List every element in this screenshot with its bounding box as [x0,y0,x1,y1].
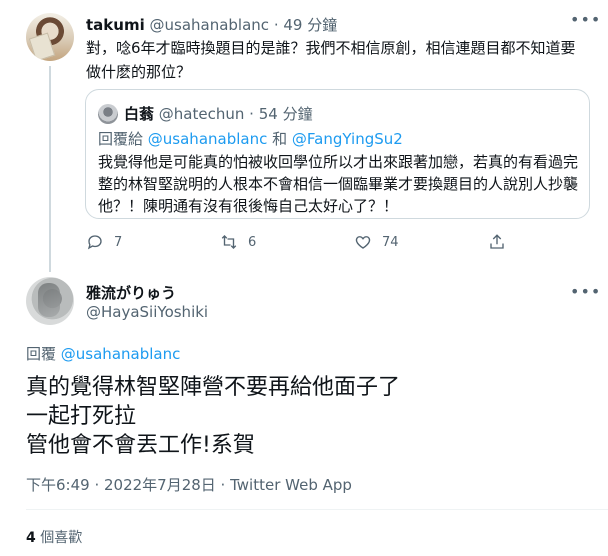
avatar[interactable] [26,277,74,325]
tweet-timestamp[interactable]: 下午6:49 · 2022年7月28日 · Twitter Web App [26,474,352,495]
divider [26,509,608,510]
avatar[interactable] [26,13,74,61]
reply-context: 回覆 @usahanablanc [26,343,180,364]
share-icon [490,234,504,249]
reply-prefix: 回覆 [26,345,57,363]
reply-button[interactable]: 7 [86,233,122,251]
retweet-count: 6 [248,234,257,250]
timestamp: 54 分鐘 [258,105,313,123]
retweet-icon [221,235,237,249]
tweet-header: takumi @usahanablanc · 49 分鐘 [86,14,337,35]
tweet-text-line: 真的覺得林智堅陣營不要再給他面子了 [26,375,401,400]
separator: · [249,105,254,123]
share-button[interactable] [488,233,516,251]
tweet-text-line: 一起打死拉 [26,404,137,429]
tweet-text: 對，唸6年才臨時換題目的是誰？我們不相信原創，相信連題目都不知道要做什麽的那位？ [86,39,576,81]
like-button[interactable]: 74 [354,233,399,251]
handle[interactable]: @usahanablanc [150,16,270,34]
quoted-tweet-header: 白蓊 @hatechun · 54 分鐘 [124,103,313,124]
likes-summary[interactable]: 4 個喜歡 [26,527,82,547]
reply-count: 7 [114,234,123,250]
separator: · [273,16,279,34]
more-horizontal-icon[interactable]: ••• [570,10,601,29]
tweet-text: 真的覺得林智堅陣營不要再給他面子了 一起打死拉 管他會不會丟工作!系賀 [26,373,586,460]
reply-and: 和 [272,130,288,148]
quoted-tweet-text: 我覺得他是可能真的怕被收回學位所以才出來跟著加戀，若真的有看過完整的林智堅說明的… [98,153,579,215]
avatar [98,104,118,124]
parent-tweet[interactable]: takumi @usahanablanc · 49 分鐘 ••• 對，唸6年才臨… [0,0,608,272]
reply-icon [87,235,102,250]
quoted-tweet[interactable]: 白蓊 @hatechun · 54 分鐘 回覆給 @usahanablanc 和… [85,89,590,219]
likes-label: 個喜歡 [40,530,83,546]
reply-context: 回覆給 @usahanablanc 和 @FangYingSu2 [98,128,403,149]
display-name[interactable]: takumi [86,16,145,34]
mention-link[interactable]: @usahanablanc [61,345,181,363]
reply-prefix: 回覆給 [98,130,144,148]
thread-line [49,66,51,272]
retweet-button[interactable]: 6 [220,233,256,251]
likes-count: 4 [26,530,36,546]
tweet-text-line: 管他會不會丟工作!系賀 [26,433,255,458]
heart-icon [355,236,371,249]
mention-link[interactable]: @usahanablanc [148,130,268,148]
mention-link[interactable]: @FangYingSu2 [292,130,403,148]
more-horizontal-icon[interactable]: ••• [570,282,601,301]
display-name[interactable]: 雅流がりゅう [86,282,176,303]
handle: @hatechun [158,105,245,123]
timestamp[interactable]: 49 分鐘 [283,16,337,34]
handle[interactable]: @HayaSiiYoshiki [86,303,208,321]
like-count: 74 [382,234,399,250]
display-name: 白蓊 [124,105,155,123]
